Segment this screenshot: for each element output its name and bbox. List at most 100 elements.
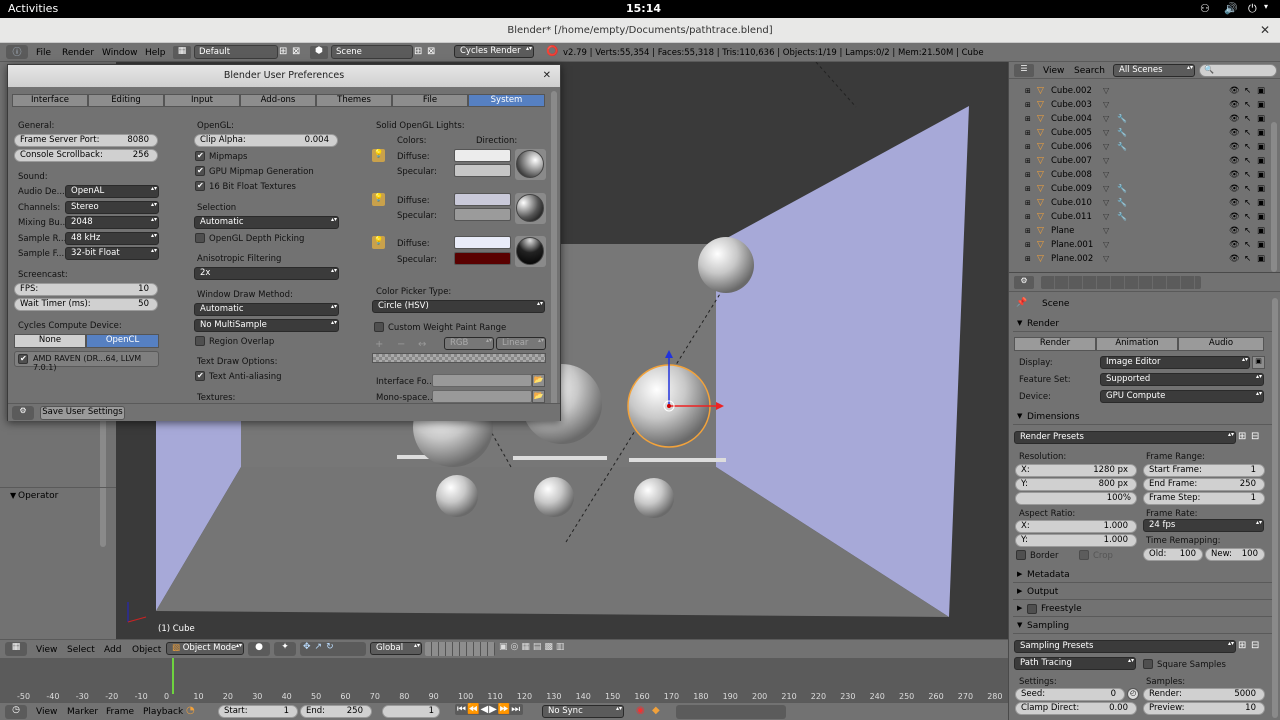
remap-old-field[interactable]: Old: 100 [1143, 548, 1203, 561]
render-camera-icon[interactable]: ▣ [1257, 196, 1265, 210]
outliner-row[interactable]: ⊞ ▽ Cube.002 ▽ 👁 ↖ ▣ [1009, 84, 1271, 98]
region-overlap-checkbox[interactable] [195, 336, 205, 346]
expand-icon[interactable]: ⊞ [1025, 98, 1031, 112]
expand-icon[interactable]: ⊞ [1025, 154, 1031, 168]
mode-select[interactable]: ▧ Object Mode [166, 642, 244, 655]
selectable-arrow-icon[interactable]: ↖ [1244, 154, 1251, 168]
light-1-specular-swatch[interactable] [454, 164, 511, 177]
timeline-end-field[interactable]: End: 250 [300, 705, 372, 718]
render-presets-select[interactable]: Render Presets [1014, 431, 1236, 444]
text-antialiasing-checkbox[interactable] [195, 371, 205, 381]
selectable-arrow-icon[interactable]: ↖ [1244, 168, 1251, 182]
device-select[interactable]: GPU Compute [1100, 390, 1264, 403]
visibility-eye-icon[interactable]: 👁 [1229, 112, 1240, 126]
add-layout-icon[interactable]: ⊞ [279, 46, 287, 57]
selectable-arrow-icon[interactable]: ↖ [1244, 252, 1251, 266]
light-1-toggle-icon[interactable]: 💡 [372, 149, 385, 162]
orientation-select[interactable]: Global [370, 642, 422, 655]
layout-icon[interactable]: ▦ [173, 46, 191, 59]
selectable-arrow-icon[interactable]: ↖ [1244, 224, 1251, 238]
visibility-eye-icon[interactable]: 👁 [1229, 196, 1240, 210]
display-select[interactable]: Image Editor [1100, 356, 1250, 369]
anisotropic-select[interactable]: 2x [194, 267, 339, 280]
metadata-panel-header[interactable]: ▶ Metadata [1013, 568, 1275, 583]
light-2-direction-widget[interactable] [515, 193, 546, 224]
mixing-buffer-select[interactable]: 2048 [65, 216, 159, 229]
frame-step-field[interactable]: Frame Step: 1 [1143, 492, 1265, 505]
close-window-icon[interactable]: ✕ [1260, 18, 1270, 43]
wait-timer-field[interactable]: Wait Timer (ms): 50 [14, 298, 158, 311]
screencast-fps-field[interactable]: FPS: 10 [14, 283, 158, 296]
visibility-eye-icon[interactable]: 👁 [1229, 98, 1240, 112]
view3d-menu-object[interactable]: Object [132, 645, 161, 655]
frame-rate-select[interactable]: 24 fps [1143, 519, 1264, 532]
render-camera-icon[interactable]: ▣ [1257, 154, 1265, 168]
view3d-menu-view[interactable]: View [36, 645, 57, 655]
layer-buttons[interactable] [425, 642, 495, 656]
channels-select[interactable]: Stereo [65, 201, 159, 214]
properties-scrollbar[interactable] [1272, 298, 1278, 718]
crop-checkbox[interactable] [1079, 550, 1089, 560]
menu-file[interactable]: File [36, 48, 51, 58]
sample-rate-select[interactable]: 48 kHz [65, 232, 159, 245]
menu-window[interactable]: Window [102, 48, 138, 58]
light-3-specular-swatch[interactable] [454, 252, 511, 265]
visibility-eye-icon[interactable]: 👁 [1229, 224, 1240, 238]
tab-addons[interactable]: Add-ons [240, 94, 316, 107]
light-3-toggle-icon[interactable]: 💡 [372, 236, 385, 249]
render-panel-header[interactable]: ▼ Render [1013, 317, 1275, 332]
freestyle-panel-header[interactable]: ▶ Freestyle [1013, 602, 1275, 617]
sampling-presets-select[interactable]: Sampling Presets [1014, 640, 1236, 653]
aspect-x-field[interactable]: X: 1.000 [1015, 520, 1137, 533]
add-sampling-preset-icon[interactable]: ⊞ [1238, 640, 1246, 651]
visibility-eye-icon[interactable]: 👁 [1229, 126, 1240, 140]
compute-opencl-button[interactable]: OpenCL [86, 334, 159, 348]
visibility-eye-icon[interactable]: 👁 [1229, 84, 1240, 98]
pivot-point-icon[interactable]: ✦ [274, 642, 296, 656]
animated-seed-icon[interactable]: ◴ [1127, 688, 1139, 700]
end-frame-field[interactable]: End Frame: 250 [1143, 478, 1265, 491]
console-scrollback-field[interactable]: Console Scrollback: 256 [14, 149, 158, 162]
remove-sampling-preset-icon[interactable]: ⊟ [1251, 640, 1259, 651]
timeline-menu-frame[interactable]: Frame [106, 707, 134, 717]
border-checkbox[interactable] [1016, 550, 1026, 560]
expand-icon[interactable]: ⊞ [1025, 84, 1031, 98]
outliner-search-input[interactable]: 🔍 [1199, 64, 1277, 77]
render-camera-icon[interactable]: ▣ [1257, 126, 1265, 140]
timeline-editor-icon[interactable]: ◷ [5, 705, 27, 719]
selectable-arrow-icon[interactable]: ↖ [1244, 126, 1251, 140]
render-camera-icon[interactable]: ▣ [1257, 224, 1265, 238]
view3d-menu-add[interactable]: Add [104, 645, 121, 655]
render-camera-icon[interactable]: ▣ [1257, 98, 1265, 112]
system-menu-arrow-icon[interactable]: ▾ [1264, 2, 1268, 11]
selectable-arrow-icon[interactable]: ↖ [1244, 140, 1251, 154]
keying-set-icon[interactable]: ◆ [652, 705, 660, 716]
render-engine-select[interactable]: Cycles Render [454, 45, 534, 58]
snapping-tools[interactable]: ▣◎▦▤▩▥ [499, 642, 613, 656]
lock-interface-icon[interactable]: ▣ [1252, 356, 1265, 369]
expand-icon[interactable]: ⊞ [1025, 126, 1031, 140]
add-scene-icon[interactable]: ⊞ [414, 46, 422, 57]
dimensions-panel-header[interactable]: ▼ Dimensions [1013, 410, 1275, 425]
light-1-direction-widget[interactable] [515, 149, 546, 180]
light-3-diffuse-swatch[interactable] [454, 236, 511, 249]
power-icon[interactable]: ⏻ [1248, 2, 1257, 16]
expand-icon[interactable]: ⊞ [1025, 182, 1031, 196]
interface-font-field[interactable] [432, 374, 532, 387]
visibility-eye-icon[interactable]: 👁 [1229, 210, 1240, 224]
device-checkbox[interactable] [18, 354, 28, 364]
render-camera-icon[interactable]: ▣ [1257, 238, 1265, 252]
audio-device-select[interactable]: OpenAL [65, 185, 159, 198]
properties-editor-icon[interactable]: ⚙ [1014, 276, 1034, 289]
tab-interface[interactable]: Interface [12, 94, 88, 107]
render-camera-icon[interactable]: ▣ [1257, 182, 1265, 196]
square-samples-checkbox[interactable] [1143, 659, 1153, 669]
activities-button[interactable]: Activities [8, 2, 58, 15]
current-frame-field[interactable]: 1 [382, 705, 440, 718]
outliner-row[interactable]: ⊞ ▽ Plane.001 ▽ 👁 ↖ ▣ [1009, 238, 1271, 252]
resolution-x-field[interactable]: X: 1280 px [1015, 464, 1137, 477]
selectable-arrow-icon[interactable]: ↖ [1244, 238, 1251, 252]
expand-icon[interactable]: ⊞ [1025, 112, 1031, 126]
editor-type-icon[interactable]: ⓘ [6, 45, 28, 59]
visibility-eye-icon[interactable]: 👁 [1229, 154, 1240, 168]
